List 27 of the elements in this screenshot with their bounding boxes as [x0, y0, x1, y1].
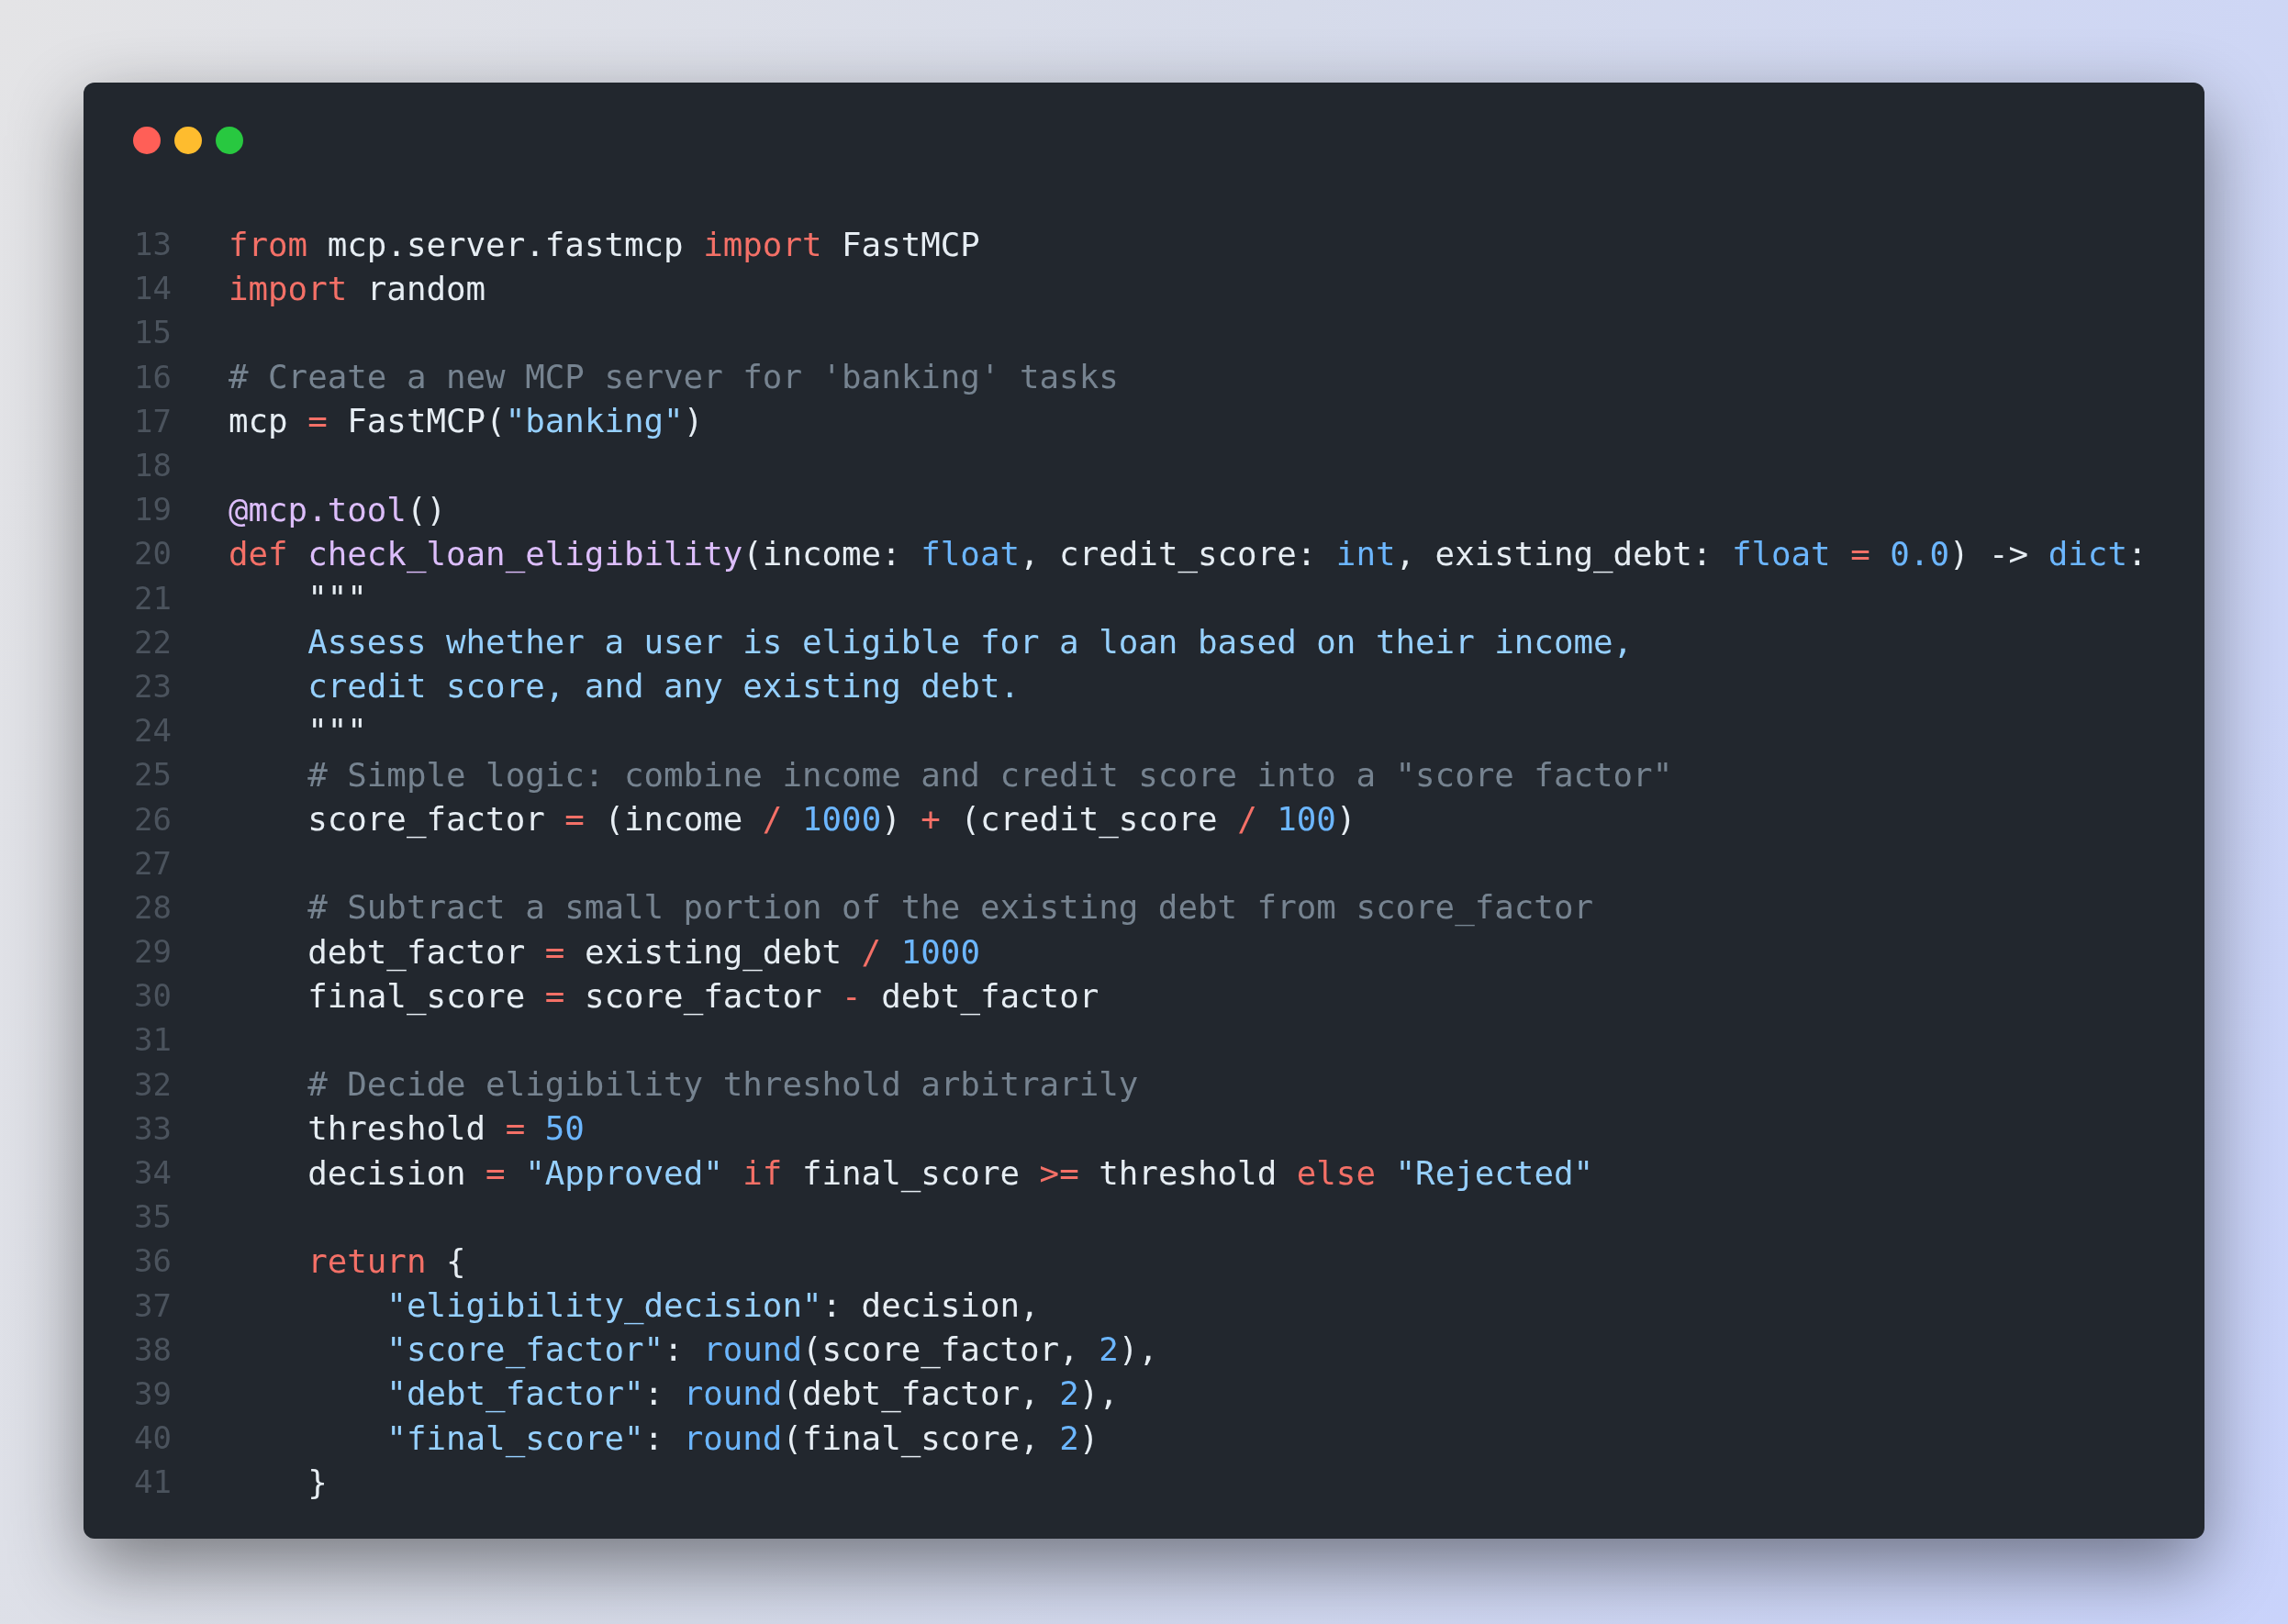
code-line: threshold = 50 — [307, 1109, 585, 1148]
code-line: """ — [307, 579, 367, 617]
code-line: # Simple logic: combine income and credit score into a "score factor" — [307, 755, 1673, 794]
code-line: # Decide eligibility threshold arbitrarily — [307, 1065, 1139, 1104]
code-line: mcp = FastMCP("banking") — [228, 402, 704, 440]
code-line: @mcp.tool() — [228, 490, 446, 528]
code-line: "debt_factor": round(debt_factor, 2), — [385, 1374, 1119, 1413]
code-line: "eligibility_decision": decision, — [385, 1286, 1040, 1325]
code-line: """ — [307, 711, 367, 750]
window-control-dot — [174, 127, 202, 154]
code-line: Assess whether a user is eligible for a loan based on their income, — [307, 623, 1634, 662]
code-line: # Subtract a small portion of the existing debt from score_factor — [307, 888, 1593, 927]
code-line: } — [307, 1463, 328, 1501]
window-control-dot — [133, 127, 161, 154]
window-control-dot — [216, 127, 243, 154]
code-line: import random — [228, 269, 486, 307]
code-line: from mcp.server.fastmcp import FastMCP — [228, 225, 980, 263]
code-line: debt_factor = existing_debt / 1000 — [307, 932, 980, 971]
code-line: decision = "Approved" if final_score >= threshold else "Rejected" — [307, 1153, 1594, 1192]
code-line: final_score = score_factor - debt_factor — [307, 976, 1099, 1015]
code-line: score_factor = (income / 1000) + (credit_score / 100) — [307, 800, 1356, 839]
code-line: # Create a new MCP server for 'banking' tasks — [228, 358, 1119, 396]
code-line: credit score, and any existing debt. — [307, 667, 1020, 706]
code-line: def check_loan_eligibility(income: float, credit_score: int, existing_debt: float = 0.0) -> dict: — [228, 534, 2148, 573]
code-line: "score_factor": round(score_factor, 2), — [385, 1330, 1158, 1369]
code-line: "final_score": round(final_score, 2) — [385, 1418, 1099, 1457]
code-line: return { — [307, 1241, 466, 1280]
